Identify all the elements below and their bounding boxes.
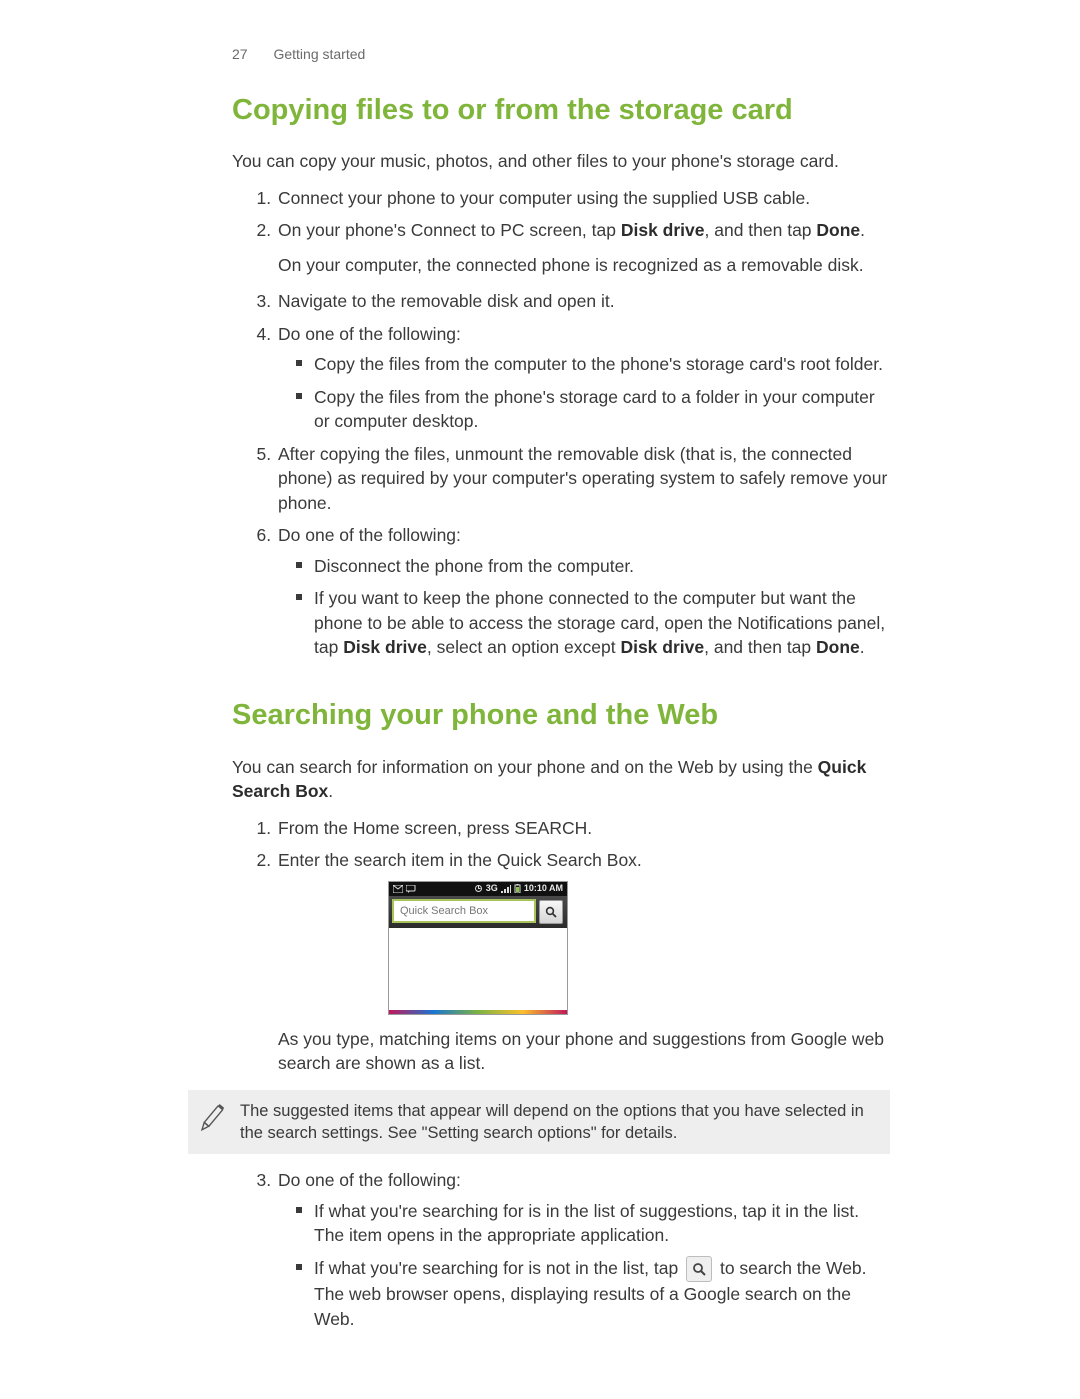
sub-bullets: Copy the files from the computer to the … bbox=[278, 352, 890, 434]
step-subtext: On your computer, the connected phone is… bbox=[278, 253, 890, 278]
step-item: Navigate to the removable disk and open … bbox=[276, 289, 890, 314]
search-icon bbox=[545, 906, 557, 918]
section-name: Getting started bbox=[273, 46, 365, 62]
step-text: Do one of the following: bbox=[278, 525, 461, 545]
bullet-item: If what you're searching for is in the l… bbox=[314, 1199, 890, 1248]
step-item: Enter the search item in the Quick Searc… bbox=[276, 848, 890, 1076]
step-text: On your phone's Connect to PC screen, ta… bbox=[278, 220, 865, 240]
bullet-item: Disconnect the phone from the computer. bbox=[314, 554, 890, 579]
step-item: Connect your phone to your computer usin… bbox=[276, 186, 890, 211]
note-text: The suggested items that appear will dep… bbox=[240, 1100, 874, 1145]
search-button[interactable] bbox=[539, 900, 563, 924]
step-item: From the Home screen, press SEARCH. bbox=[276, 816, 890, 841]
bullet-item: If you want to keep the phone connected … bbox=[314, 586, 890, 660]
search-input[interactable]: Quick Search Box bbox=[393, 900, 535, 922]
step-item: Do one of the following: Disconnect the … bbox=[276, 523, 890, 660]
signal-icon bbox=[501, 885, 511, 893]
step-text: Connect your phone to your computer usin… bbox=[278, 188, 810, 208]
pen-icon bbox=[196, 1100, 226, 1140]
step-aftertext: As you type, matching items on your phon… bbox=[278, 1027, 890, 1076]
step-text: Enter the search item in the Quick Searc… bbox=[278, 850, 642, 870]
steps-searching: From the Home screen, press SEARCH. Ente… bbox=[232, 816, 890, 1076]
search-results-area bbox=[389, 928, 567, 1010]
search-icon bbox=[692, 1262, 706, 1276]
sub-bullets: If what you're searching for is in the l… bbox=[278, 1199, 890, 1331]
sub-bullets: Disconnect the phone from the computer. … bbox=[278, 554, 890, 660]
screenshot-footer bbox=[389, 1010, 567, 1014]
step-text: Navigate to the removable disk and open … bbox=[278, 291, 615, 311]
mail-icon bbox=[393, 885, 403, 893]
step-item: After copying the files, unmount the rem… bbox=[276, 442, 890, 516]
clock-label: 10:10 AM bbox=[524, 882, 563, 895]
intro-copying: You can copy your music, photos, and oth… bbox=[232, 149, 890, 174]
step-item: Do one of the following: If what you're … bbox=[276, 1168, 890, 1331]
step-text: Do one of the following: bbox=[278, 1170, 461, 1190]
status-bar: 3G 10:10 AM bbox=[389, 882, 567, 896]
sync-icon bbox=[474, 884, 483, 893]
page-header: 27 Getting started bbox=[232, 45, 890, 65]
intro-searching: You can search for information on your p… bbox=[232, 755, 890, 804]
search-bar: Quick Search Box bbox=[389, 896, 567, 928]
step-item: On your phone's Connect to PC screen, ta… bbox=[276, 218, 890, 277]
battery-icon bbox=[514, 884, 521, 893]
step-text: Do one of the following: bbox=[278, 324, 461, 344]
network-label: 3G bbox=[486, 882, 498, 895]
page-number: 27 bbox=[232, 46, 248, 62]
step-text: After copying the files, unmount the rem… bbox=[278, 444, 887, 513]
step-item: Do one of the following: Copy the files … bbox=[276, 322, 890, 434]
note-box: The suggested items that appear will dep… bbox=[188, 1090, 890, 1155]
steps-searching-cont: Do one of the following: If what you're … bbox=[232, 1168, 890, 1331]
steps-copying: Connect your phone to your computer usin… bbox=[232, 186, 890, 660]
bullet-item: Copy the files from the computer to the … bbox=[314, 352, 890, 377]
quick-search-box-screenshot: 3G 10:10 AM Quick Search Box bbox=[388, 881, 568, 1015]
bullet-item: Copy the files from the phone's storage … bbox=[314, 385, 890, 434]
step-text: From the Home screen, press SEARCH. bbox=[278, 818, 592, 838]
heading-copying-files: Copying files to or from the storage car… bbox=[232, 93, 890, 128]
bullet-item: If what you're searching for is not in t… bbox=[314, 1256, 890, 1331]
heading-searching: Searching your phone and the Web bbox=[232, 698, 890, 733]
search-web-button[interactable] bbox=[686, 1256, 712, 1282]
chat-icon bbox=[406, 885, 416, 893]
